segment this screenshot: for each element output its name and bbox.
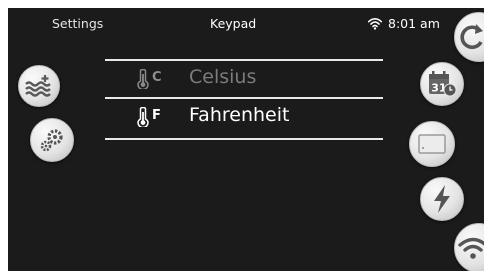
settings-button[interactable] — [30, 118, 74, 162]
fahrenheit-option[interactable]: F Fahrenheit — [105, 100, 383, 134]
keypad-screen: Settings Keypad 8:01 am C Celsius F Fahr… — [8, 8, 484, 271]
fahrenheit-symbol: F — [152, 108, 161, 123]
page-title: Keypad — [210, 16, 257, 31]
calendar-schedule-button[interactable]: 31 — [420, 62, 464, 106]
wifi-icon — [368, 18, 382, 30]
celsius-option[interactable]: C Celsius — [105, 62, 383, 96]
thermometer-icon — [137, 107, 149, 127]
divider — [105, 138, 383, 140]
screen-icon — [418, 134, 446, 154]
calendar-clock-icon: 31 — [429, 71, 457, 97]
water-heat-button[interactable] — [18, 65, 60, 107]
clock-time: 8:01 am — [388, 16, 440, 31]
gears-icon — [40, 129, 63, 152]
settings-nav-label[interactable]: Settings — [52, 16, 103, 31]
status-bar: Settings Keypad 8:01 am — [8, 8, 484, 38]
display-button[interactable] — [409, 121, 455, 167]
lightning-icon — [434, 185, 450, 213]
thermometer-icon — [137, 69, 149, 89]
refresh-icon — [460, 24, 483, 50]
water-waves-plus-icon — [25, 75, 51, 97]
wifi-button[interactable] — [454, 223, 484, 271]
power-button[interactable] — [420, 177, 464, 221]
celsius-symbol: C — [152, 70, 162, 85]
fahrenheit-label: Fahrenheit — [189, 104, 290, 126]
divider — [105, 97, 383, 99]
celsius-label: Celsius — [189, 66, 257, 88]
wifi-icon — [458, 237, 484, 259]
divider — [105, 59, 383, 61]
